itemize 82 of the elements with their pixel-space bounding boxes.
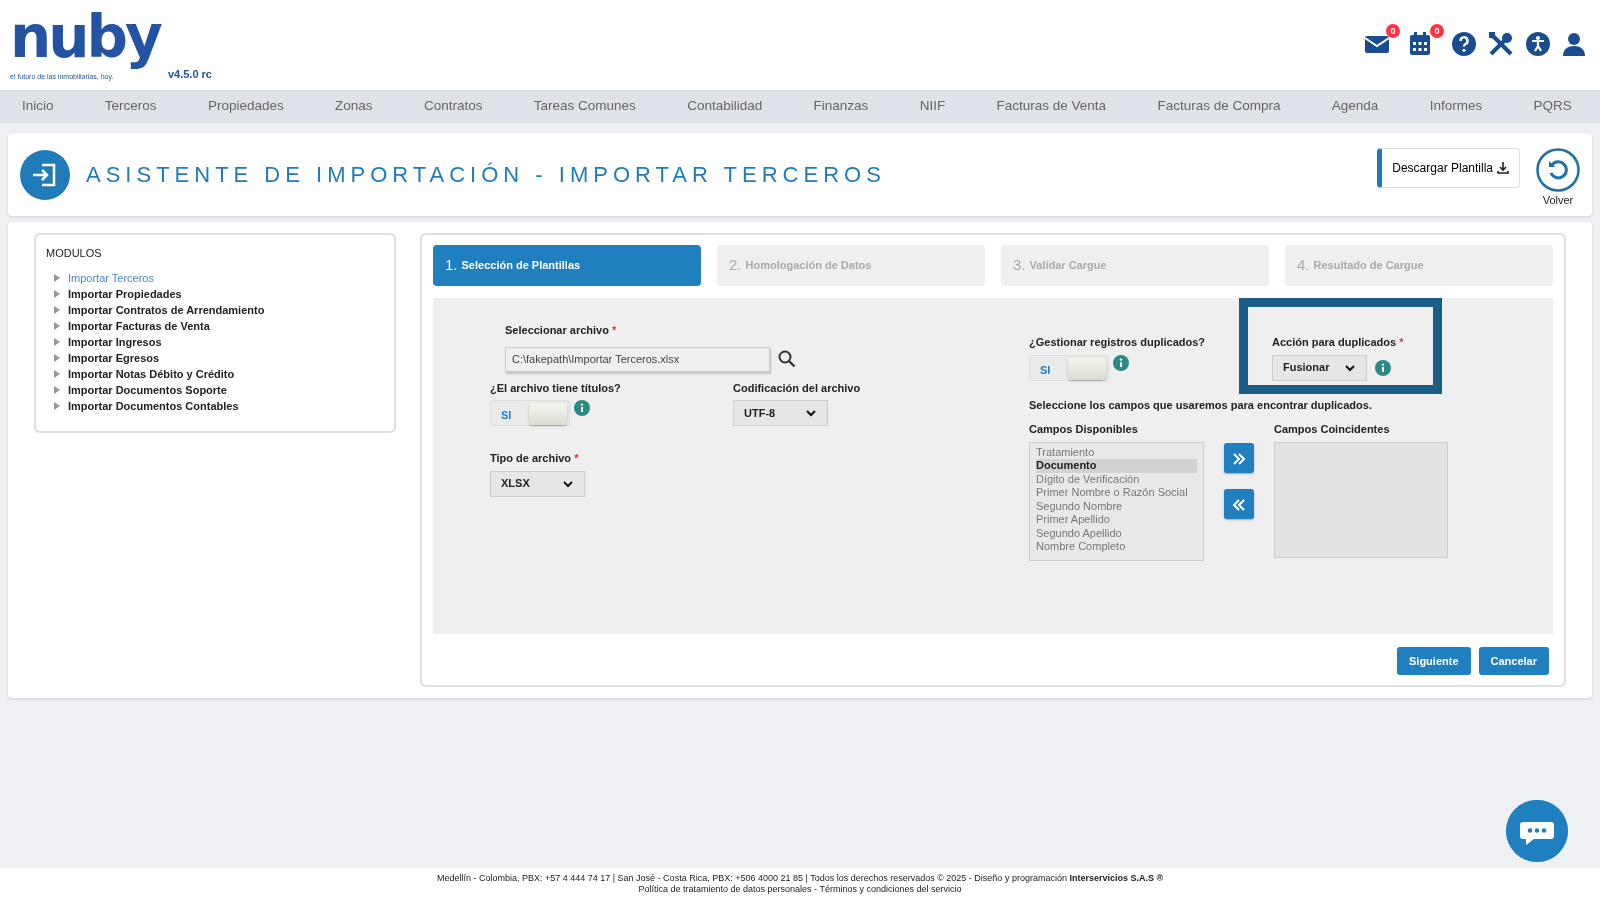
field-label: Tipo de archivo * — [490, 451, 580, 466]
list-option[interactable]: Segundo Nombre — [1036, 499, 1197, 513]
nav-link[interactable]: Tareas Comunes — [533, 96, 636, 117]
panel-title: MODULOS — [46, 246, 103, 261]
move-left-button[interactable] — [1224, 489, 1254, 519]
action-button[interactable]: Cancelar — [1478, 646, 1549, 675]
nav-link[interactable]: NIIF — [919, 96, 946, 117]
download-template-button[interactable]: Descargar Plantilla — [1377, 148, 1520, 189]
field-label: Campos Disponibles — [1029, 422, 1139, 437]
module-link[interactable]: Importar Propiedades — [68, 285, 182, 302]
list-option[interactable]: Documento — [1036, 459, 1197, 473]
calendar-icon[interactable] — [1408, 31, 1432, 57]
nav-link[interactable]: Facturas de Venta — [996, 96, 1107, 117]
logo: nuby — [10, 6, 162, 68]
matching-fields-list[interactable] — [1274, 441, 1448, 558]
search-icon[interactable] — [778, 350, 796, 368]
hint-text: Seleccione los campos que usaremos para encontrar duplicados. — [1029, 397, 1373, 413]
info-icon[interactable] — [1375, 359, 1391, 376]
list-option[interactable]: Segundo Apellido — [1036, 526, 1197, 540]
module-link[interactable]: Importar Contratos de Arrendamiento — [68, 301, 265, 318]
nav-link[interactable]: Informes — [1429, 96, 1483, 117]
field-label: Campos Coincidentes — [1274, 422, 1391, 437]
required-mark: * — [1399, 336, 1404, 348]
double-chevron-right-icon — [1232, 452, 1246, 465]
nav-link[interactable]: Finanzas — [813, 96, 869, 117]
toggle-switch[interactable]: SI — [490, 400, 570, 426]
import-icon — [20, 149, 70, 200]
module-link[interactable]: Importar Ingresos — [68, 333, 162, 350]
download-icon — [1497, 162, 1509, 175]
tools-icon[interactable] — [1488, 31, 1514, 57]
chat-icon[interactable] — [1506, 800, 1568, 862]
help-icon[interactable] — [1452, 32, 1476, 56]
field-label: Seleccionar archivo * — [505, 323, 618, 338]
footer-text: Política de tratamiento de datos personales - Términos y condiciones del servicio — [637, 884, 963, 895]
action-button[interactable]: Siguiente — [1397, 646, 1471, 675]
list-option[interactable]: Primer Apellido — [1036, 513, 1197, 527]
notification-badge: 0 — [1386, 24, 1400, 38]
required-mark: * — [612, 324, 617, 336]
nav-link[interactable]: Facturas de Compra — [1157, 96, 1281, 117]
nav-link[interactable]: Terceros — [104, 96, 157, 117]
move-right-button[interactable] — [1224, 443, 1254, 473]
list-option[interactable]: Dígito de Verificación — [1036, 472, 1197, 486]
module-link[interactable]: Importar Egresos — [68, 349, 160, 366]
version-label: v4.5.0 rc — [167, 66, 212, 82]
accessibility-icon[interactable] — [1526, 32, 1550, 56]
select-field[interactable]: Fusionar — [1272, 354, 1367, 381]
nav-link[interactable]: Propiedades — [207, 96, 284, 117]
notification-badge: 0 — [1430, 24, 1444, 38]
back-label[interactable]: Volver — [1542, 192, 1574, 209]
double-chevron-left-icon — [1232, 498, 1246, 511]
info-icon[interactable] — [1113, 354, 1129, 371]
field-label: ¿Gestionar registros duplicados? — [1029, 335, 1207, 351]
nav-link[interactable]: Inicio — [22, 96, 54, 117]
toggle-switch[interactable]: SI — [1029, 354, 1109, 381]
required-mark: * — [574, 452, 579, 464]
chevron-down-icon[interactable] — [805, 407, 817, 419]
info-icon[interactable] — [574, 400, 590, 416]
nav-link[interactable]: Contratos — [423, 96, 483, 117]
undo-icon[interactable] — [1536, 148, 1580, 193]
module-link[interactable]: Importar Documentos Contables — [68, 397, 239, 414]
nav-link[interactable]: PQRS — [1533, 96, 1572, 117]
module-link[interactable]: Importar Documentos Soporte — [68, 381, 227, 398]
select-field[interactable]: XLSX — [490, 470, 585, 497]
footer-text: Medellín - Colombia, PBX: +57 4 444 74 17 | San José - Costa Rica, PBX: +506 4000 21 85 | Todos los derechos reservados © 2025 - Diseño y programación Interservicios S.A.S ® — [435, 873, 1165, 884]
nav-link[interactable]: Zonas — [335, 96, 373, 117]
file-path-field[interactable]: C:\fakepath\Importar Terceros.xlsx — [505, 346, 770, 372]
module-link[interactable]: Importar Terceros — [68, 269, 154, 286]
nav-link[interactable]: Agenda — [1331, 96, 1379, 117]
list-option[interactable]: Tratamiento — [1036, 445, 1197, 459]
field-label: Acción para duplicados * — [1272, 335, 1404, 350]
select-field[interactable]: UTF-8 — [733, 400, 828, 426]
step-tab[interactable]: 1. Selección de Plantillas — [433, 245, 701, 286]
field-label: Codificación del archivo — [733, 380, 861, 396]
available-fields-list[interactable]: Tratamiento Documento Dígito de Verificación Primer Nombre o Razón Social Segundo Nombre Primer Apellido Segundo Apellido Nombre Completo — [1029, 441, 1204, 561]
page-title: ASISTENTE DE IMPORTACIÓN - IMPORTAR TERCEROS — [86, 161, 886, 189]
module-link[interactable]: Importar Facturas de Venta — [68, 317, 210, 334]
user-icon[interactable] — [1562, 32, 1586, 56]
field-label: ¿El archivo tiene títulos? — [490, 380, 622, 396]
list-option[interactable]: Primer Nombre o Razón Social — [1036, 486, 1197, 500]
module-link[interactable]: Importar Notas Débito y Crédito — [68, 365, 235, 382]
list-option[interactable]: Nombre Completo — [1036, 540, 1197, 554]
nav-link[interactable]: Contabilidad — [687, 96, 763, 117]
